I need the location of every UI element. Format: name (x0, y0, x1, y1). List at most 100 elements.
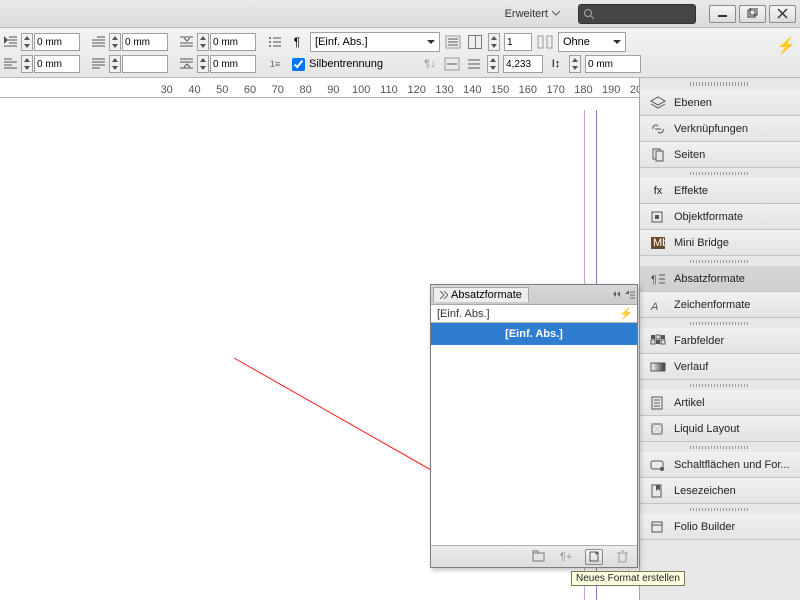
article-icon (650, 395, 666, 411)
grid-align-icon[interactable] (444, 33, 462, 51)
dock-panel-buttons[interactable]: Schaltflächen und For... (640, 452, 800, 478)
bullets-icon[interactable] (266, 33, 284, 51)
flyout-menu-icon[interactable] (625, 290, 635, 300)
workspace-label: Erweitert (505, 8, 548, 20)
pages-icon (650, 147, 666, 163)
stepper[interactable] (109, 33, 121, 51)
stepper[interactable] (197, 55, 209, 73)
last-line-indent-field[interactable] (122, 55, 168, 73)
pilcrow-sub-icon: ¶↓ (421, 55, 439, 73)
ruler-tick: 90 (327, 84, 339, 96)
numbered-list-icon[interactable]: 1≡ (266, 55, 284, 73)
clear-overrides-icon[interactable]: ¶+ (557, 549, 575, 565)
search-input[interactable] (578, 4, 696, 24)
dock-panel-label: Ebenen (674, 97, 712, 109)
collapse-icon (440, 291, 448, 299)
hyphenation-input[interactable] (292, 58, 305, 71)
indent-left-icon (2, 33, 20, 51)
delete-style-icon[interactable] (613, 549, 631, 565)
dock-panel-pages[interactable]: Seiten (640, 142, 800, 168)
minimize-button[interactable] (709, 5, 736, 23)
span-dropdown[interactable]: Ohne (558, 32, 626, 52)
maximize-button[interactable] (739, 5, 766, 23)
dock-panel-objstyle[interactable]: Objektformate (640, 204, 800, 230)
ruler-tick: 180 (574, 84, 592, 96)
space-after-field[interactable] (210, 55, 256, 73)
hyphenation-label: Silbentrennung (309, 58, 383, 70)
indent-right-field[interactable] (34, 55, 80, 73)
stepper[interactable] (197, 33, 209, 51)
dock-panel-mini[interactable]: MbMini Bridge (640, 230, 800, 256)
space-before-field[interactable] (210, 33, 256, 51)
stepper[interactable] (109, 55, 121, 73)
columns-field[interactable] (504, 33, 532, 51)
space-after-icon (178, 55, 196, 73)
dock-panel-grad[interactable]: Verlauf (640, 354, 800, 380)
svg-text:A: A (650, 301, 658, 312)
ruler-tick: 150 (491, 84, 509, 96)
dock-panel-fx[interactable]: fxEffekte (640, 178, 800, 204)
ruler-tick: 110 (380, 84, 398, 96)
dropcap-lines-field[interactable] (503, 55, 543, 73)
ruler-tick: 120 (408, 84, 426, 96)
pilcrow-icon: ¶ (288, 33, 306, 51)
objstyle-icon (650, 209, 666, 225)
dock-panel-layers[interactable]: Ebenen (640, 90, 800, 116)
dock-panel-label: Liquid Layout (674, 423, 739, 435)
dock-panel-folio[interactable]: Folio Builder (640, 514, 800, 540)
folder-view-icon[interactable] (529, 549, 547, 565)
paragraph-styles-panel[interactable]: Absatzformate [Einf. Abs.] ⚡ [Einf. Abs.… (430, 284, 638, 568)
dock-panel-label: Farbfelder (674, 335, 724, 347)
dock-panel-label: Artikel (674, 397, 705, 409)
workspace-switcher[interactable]: Erweitert (497, 6, 568, 22)
collapse-double-icon[interactable] (613, 290, 623, 300)
chevron-down-icon (613, 40, 621, 45)
span-columns-icon (536, 33, 554, 51)
swatch-icon (650, 333, 666, 349)
dock-panel-liquid[interactable]: Liquid Layout (640, 416, 800, 442)
new-style-button[interactable] (585, 549, 603, 565)
indent-left-field[interactable] (34, 33, 80, 51)
paragraph-style-dropdown[interactable]: [Einf. Abs.] (310, 32, 440, 52)
quick-apply-icon[interactable]: ⚡ (776, 36, 796, 56)
indent-right-icon (2, 55, 20, 73)
close-button[interactable] (769, 5, 796, 23)
panel-tab-bar: Absatzformate (431, 285, 637, 305)
stepper[interactable] (21, 33, 33, 51)
dock-panel-para[interactable]: ¶Absatzformate (640, 266, 800, 292)
ruler-tick: 100 (352, 84, 370, 96)
dock-panel-links[interactable]: Verknüpfungen (640, 116, 800, 142)
hyphenation-checkbox[interactable]: Silbentrennung (292, 58, 383, 71)
dock-panel-bookmark[interactable]: Lesezeichen (640, 478, 800, 504)
baseline-field[interactable] (585, 55, 641, 73)
right-dock: Ebenen Verknüpfungen Seiten fxEffekteObjekt… (639, 78, 800, 600)
dock-panel-label: Verlauf (674, 361, 708, 373)
dock-panel-label: Lesezeichen (674, 485, 736, 497)
dock-panel-char[interactable]: AZeichenformate (640, 292, 800, 318)
dock-separator (640, 380, 800, 390)
first-line-indent-icon (90, 33, 108, 51)
stepper[interactable] (569, 55, 581, 73)
stepper[interactable] (488, 33, 500, 51)
char-icon: A (650, 297, 666, 313)
quick-apply-small-icon[interactable]: ⚡ (619, 307, 633, 320)
dock-panel-label: Folio Builder (674, 521, 735, 533)
dock-panel-article[interactable]: Artikel (640, 390, 800, 416)
dock-panel-label: Seiten (674, 149, 705, 161)
dock-panel-label: Schaltflächen und For... (674, 459, 790, 471)
tooltip: Neues Format erstellen (571, 571, 685, 586)
stepper[interactable] (21, 55, 33, 73)
last-line-indent-icon (90, 55, 108, 73)
dock-panel-swatch[interactable]: Farbfelder (640, 328, 800, 354)
grad-icon (650, 359, 666, 375)
dock-panel-label: Verknüpfungen (674, 123, 748, 135)
ruler-tick: 60 (244, 84, 256, 96)
style-list-item[interactable]: [Einf. Abs.] (431, 323, 637, 345)
grid-off-icon[interactable] (443, 55, 461, 73)
first-line-indent-field[interactable] (122, 33, 168, 51)
ruler-tick: 70 (272, 84, 284, 96)
styles-list[interactable]: [Einf. Abs.] (431, 323, 637, 545)
stepper[interactable] (487, 55, 499, 73)
ruler-tick: 140 (463, 84, 481, 96)
panel-tab[interactable]: Absatzformate (433, 287, 529, 302)
